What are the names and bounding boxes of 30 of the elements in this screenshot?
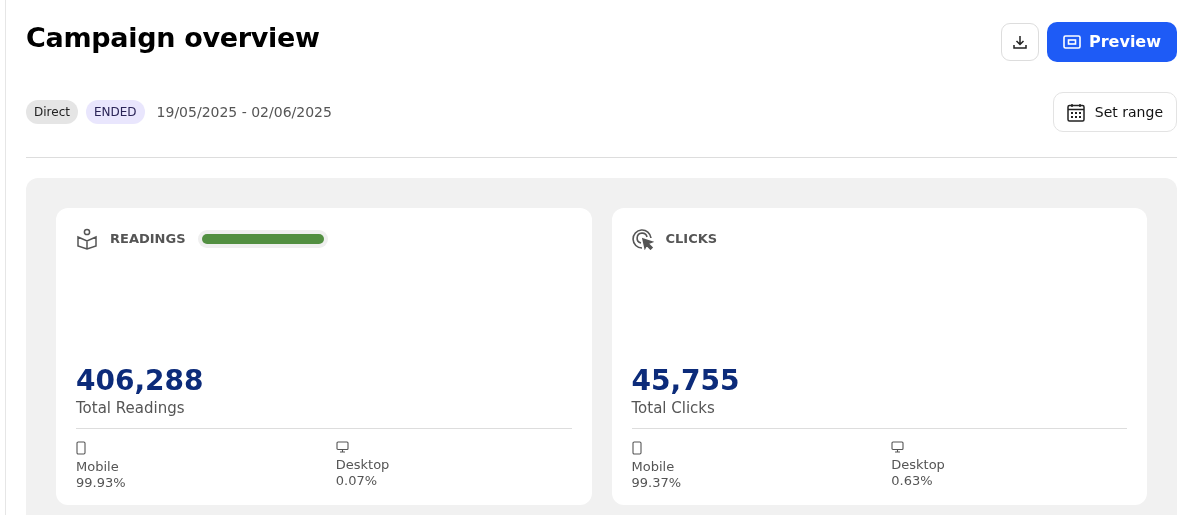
- date-range: 19/05/2025 - 02/06/2025: [156, 102, 332, 122]
- set-range-button[interactable]: Set range: [1052, 92, 1177, 132]
- device-label: Desktop: [335, 456, 391, 473]
- calendar-icon: [1066, 102, 1085, 122]
- device-label: Desktop: [891, 456, 946, 473]
- status-tag: ENDED: [85, 100, 145, 124]
- click-icon: [631, 228, 654, 250]
- metric-value: 45,755: [631, 366, 741, 397]
- preview-icon: [1063, 35, 1081, 49]
- phone-icon: [76, 440, 86, 455]
- device-share: 0.63%: [891, 472, 934, 489]
- device-share: 99.93%: [76, 474, 127, 491]
- device-share: 0.07%: [335, 472, 379, 489]
- phone-icon: [631, 440, 642, 455]
- page-title: Campaign overview: [26, 22, 320, 55]
- monitor-icon: [891, 440, 905, 453]
- type-tag: Direct: [26, 100, 78, 124]
- metric-caption: Total Clicks: [631, 398, 716, 419]
- device-label: Mobile: [631, 458, 676, 475]
- metric-title: READINGS: [110, 230, 186, 249]
- metric-value: 406,288: [76, 366, 205, 397]
- reading-icon: [76, 228, 98, 250]
- monitor-icon: [335, 440, 349, 453]
- metric-caption: Total Readings: [76, 398, 186, 419]
- device-share: 99.37%: [631, 474, 683, 491]
- device-label: Mobile: [76, 458, 120, 475]
- download-icon: [1012, 34, 1028, 50]
- metric-title: CLICKS: [665, 230, 718, 249]
- preview-button[interactable]: Preview: [1047, 22, 1177, 62]
- download-button[interactable]: [1001, 23, 1039, 61]
